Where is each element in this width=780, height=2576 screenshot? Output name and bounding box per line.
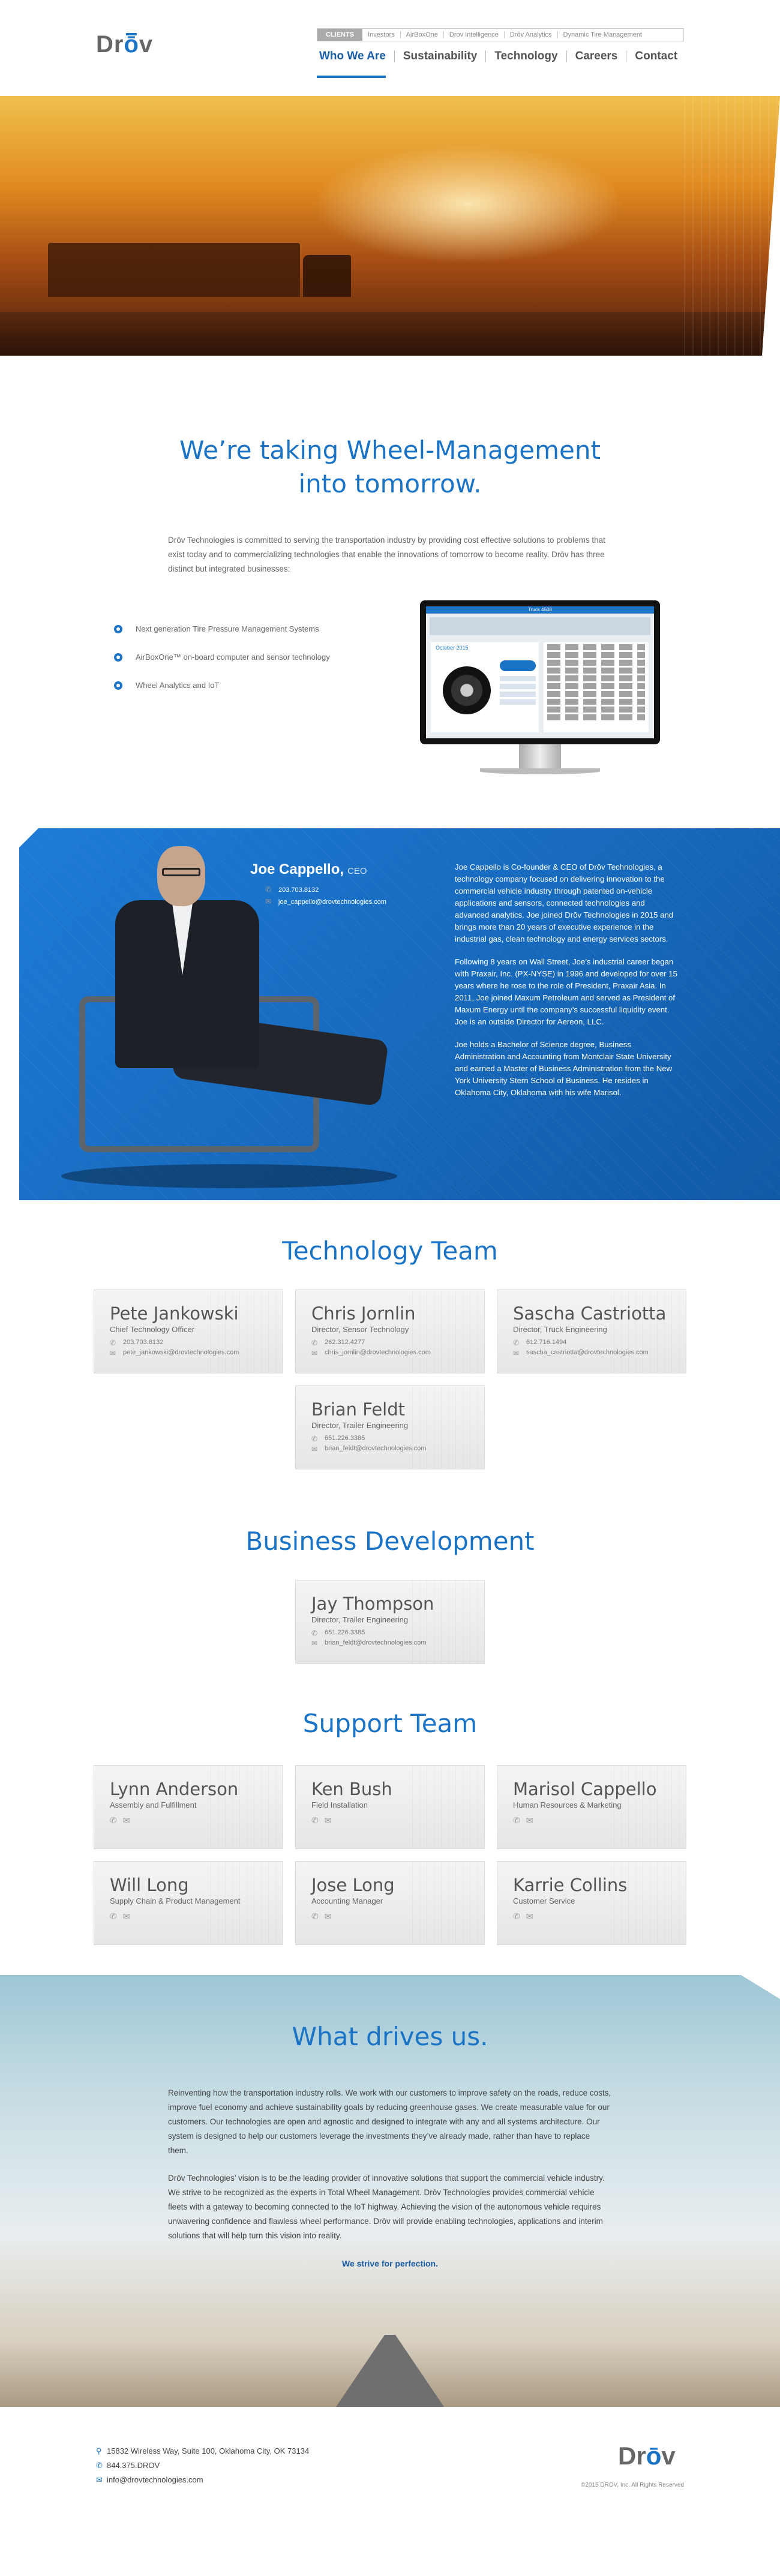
monitor-date: October 2015 [436, 645, 469, 651]
team-card: Jose Long Accounting Manager ✆ ✉ [295, 1861, 485, 1945]
footer-email[interactable]: ✉ info@drovtechnologies.com [96, 2473, 309, 2487]
ceo-phone[interactable]: ✆ 203.703.8132 [265, 884, 386, 896]
nav-careers[interactable]: Careers [567, 50, 627, 62]
hero-sun-glow [312, 144, 624, 264]
hero-truck-cab [303, 255, 351, 297]
ceo-name: Joe Cappello, CEO [250, 861, 367, 877]
ceo-contact: ✆ 203.703.8132 ✉ joe_cappello@drovtechnolo… [265, 884, 386, 908]
road-image [336, 2335, 444, 2407]
mail-icon: ✉ [311, 1348, 318, 1357]
site-logo[interactable]: Drōv [96, 31, 153, 58]
top-links-bar: CLIENTS Investors AirBoxOne Drov Intelli… [317, 28, 684, 41]
top-link-investors[interactable]: Investors [362, 31, 401, 38]
support-team-section: Support Team Lynn Anderson Assembly and … [0, 1664, 780, 1975]
team-card: Pete Jankowski Chief Technology Officer … [94, 1289, 283, 1373]
business-development-section: Business Development Jay Thompson Direct… [0, 1469, 780, 1664]
what-drives-us-body: Reinventing how the transportation indus… [168, 2086, 612, 2271]
phone-icon[interactable]: ✆ [311, 1815, 319, 1826]
mail-icon: ✉ [265, 897, 272, 906]
mail-icon[interactable]: ✉ [526, 1815, 533, 1826]
team-card: Lynn Anderson Assembly and Fulfillment ✆… [94, 1765, 283, 1849]
mail-icon: ✉ [311, 1444, 318, 1453]
phone-icon[interactable]: ✆ [513, 1911, 520, 1922]
bullet-icon [114, 681, 122, 690]
phone-icon: ✆ [96, 2461, 103, 2470]
intro-section: We’re taking Wheel-Management into tomorr… [0, 356, 780, 576]
mail-icon[interactable]: ✉ [526, 1911, 533, 1922]
team-card: Sascha Castriotta Director, Truck Engine… [497, 1289, 686, 1373]
top-link-airboxone[interactable]: AirBoxOne [401, 31, 444, 38]
intro-body: Drōv Technologies is committed to servin… [168, 536, 605, 573]
monitor-image: Truck 4508 October 2015 [420, 600, 660, 774]
location-pin-icon: ⚲ [96, 2446, 102, 2455]
mail-icon: ✉ [110, 1348, 116, 1357]
nav-technology[interactable]: Technology [486, 50, 567, 62]
nav-contact[interactable]: Contact [626, 50, 686, 62]
nav-sustainability[interactable]: Sustainability [395, 50, 487, 62]
feature-item: Wheel Analytics and IoT [114, 681, 330, 690]
ceo-bio: Joe Cappello is Co-founder & CEO of Drōv… [455, 862, 677, 1097]
bullet-icon [114, 624, 122, 633]
what-drives-us-title: What drives us. [292, 2022, 488, 2051]
technology-team-title: Technology Team [282, 1236, 498, 1266]
main-nav: Who We Are Sustainability Technology Car… [317, 50, 686, 62]
footer-address: ⚲ 15832 Wireless Way, Suite 100, Oklahoma… [96, 2444, 309, 2458]
support-team-title: Support Team [302, 1709, 478, 1738]
phone-icon: ✆ [110, 1338, 116, 1347]
feature-item: AirBoxOne™ on-board computer and sensor … [114, 653, 330, 662]
footer-logo[interactable]: Drōv [618, 2442, 676, 2470]
mail-icon: ✉ [513, 1348, 520, 1357]
bullet-icon [114, 653, 122, 662]
footer-phone[interactable]: ✆ 844.375.DROV [96, 2458, 309, 2473]
hero-road [0, 312, 780, 356]
team-card: Chris Jornlin Director, Sensor Technolog… [295, 1289, 485, 1373]
team-card: Jay Thompson Director, Trailer Engineeri… [295, 1580, 485, 1664]
hero-truck-trailer [48, 243, 300, 297]
phone-icon[interactable]: ✆ [110, 1911, 117, 1922]
phone-icon: ✆ [513, 1338, 520, 1347]
phone-icon[interactable]: ✆ [513, 1815, 520, 1826]
features-section: Next generation Tire Pressure Management… [0, 576, 780, 828]
team-card: Marisol Cappello Human Resources & Marke… [497, 1765, 686, 1849]
mail-icon: ✉ [96, 2475, 103, 2484]
feature-list: Next generation Tire Pressure Management… [114, 624, 330, 709]
mail-icon[interactable]: ✉ [325, 1815, 332, 1826]
hero-image [0, 96, 780, 356]
footer-copyright: ©2015 DROV, Inc. All Rights Reserved [580, 2482, 684, 2488]
site-header: Drōv CLIENTS Investors AirBoxOne Drov In… [0, 0, 780, 96]
top-link-clients[interactable]: CLIENTS [317, 29, 363, 41]
feature-item: Next generation Tire Pressure Management… [114, 624, 330, 633]
phone-icon[interactable]: ✆ [311, 1911, 319, 1922]
strive-tagline: We strive for perfection. [341, 2259, 438, 2268]
phone-icon: ✆ [311, 1434, 318, 1443]
active-nav-indicator [317, 76, 386, 78]
team-card: Will Long Supply Chain & Product Managem… [94, 1861, 283, 1945]
intro-heading: We’re taking Wheel-Management into tomorr… [179, 435, 601, 498]
mail-icon[interactable]: ✉ [123, 1815, 130, 1826]
phone-icon: ✆ [311, 1628, 318, 1637]
team-card: Brian Feldt Director, Trailer Engineerin… [295, 1385, 485, 1469]
technology-team-section: Technology Team Pete Jankowski Chief Tec… [0, 1200, 780, 1469]
monitor-screen-header: Truck 4508 [426, 606, 654, 614]
what-drives-us-section: What drives us. Reinventing how the tran… [0, 1975, 780, 2407]
mail-icon[interactable]: ✉ [325, 1911, 332, 1922]
top-link-dynamic-tire-management[interactable]: Dynamic Tire Management [558, 31, 647, 38]
wheel-icon [443, 666, 491, 714]
team-card: Ken Bush Field Installation ✆ ✉ [295, 1765, 485, 1849]
team-card: Karrie Collins Customer Service ✆ ✉ [497, 1861, 686, 1945]
ceo-email[interactable]: ✉ joe_cappello@drovtechnologies.com [265, 896, 386, 908]
site-footer: ⚲ 15832 Wireless Way, Suite 100, Oklahoma… [0, 2407, 780, 2545]
ceo-section: Joe Cappello, CEO ✆ 203.703.8132 ✉ joe_capp… [19, 828, 780, 1200]
nav-who-we-are[interactable]: Who We Are [317, 50, 395, 62]
top-link-drov-intelligence[interactable]: Drov Intelligence [444, 31, 505, 38]
mail-icon: ✉ [311, 1639, 318, 1648]
phone-icon: ✆ [311, 1338, 318, 1347]
mail-icon[interactable]: ✉ [123, 1911, 130, 1922]
footer-contact: ⚲ 15832 Wireless Way, Suite 100, Oklahoma… [96, 2444, 309, 2487]
business-development-title: Business Development [245, 1526, 535, 1556]
top-link-drov-analytics[interactable]: Drōv Analytics [505, 31, 558, 38]
phone-icon: ✆ [265, 885, 272, 894]
phone-icon[interactable]: ✆ [110, 1815, 117, 1826]
